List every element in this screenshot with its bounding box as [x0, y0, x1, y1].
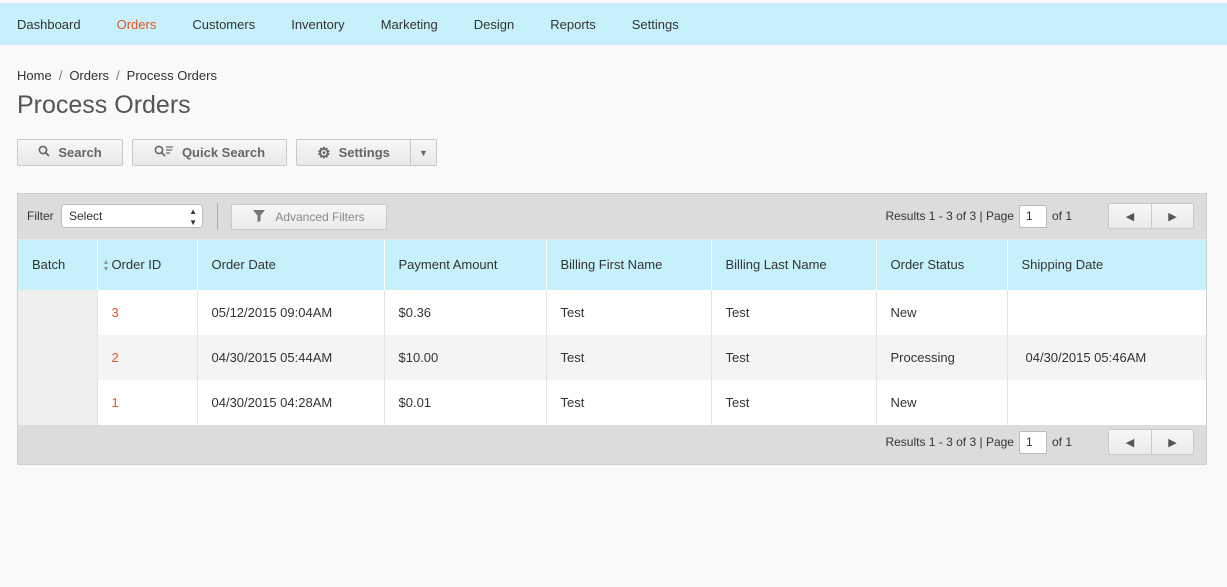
order-id-cell: 3 — [96, 289, 197, 335]
batch-cell — [18, 379, 97, 425]
quick-search-button-label: Quick Search — [181, 145, 266, 160]
column-header-billing-last-name[interactable]: Billing Last Name — [710, 239, 876, 290]
order-status-cell: Processing — [875, 334, 1007, 380]
quick-search-icon — [154, 145, 174, 160]
gear-icon: ⚙ — [317, 144, 331, 162]
pager-bottom: Results 1 - 3 of 3 | Page 1 of 1 ◀ ▶ — [885, 429, 1194, 455]
page-input[interactable]: 1 — [1018, 204, 1047, 228]
results-text: Results 1 - 3 of 3 | — [885, 435, 983, 449]
caret-down-icon: ▼ — [419, 147, 428, 158]
column-header-billing-first-name[interactable]: Billing First Name — [545, 239, 711, 290]
nav-item-design[interactable]: Design — [474, 17, 514, 32]
prev-page-icon[interactable]: ◀ — [1109, 204, 1151, 228]
search-button-label: Search — [58, 145, 102, 160]
column-header-order-status[interactable]: Order Status — [875, 239, 1007, 290]
orders-table: Batch ▲ ▼ Order ID Order Date Payment Amou… — [18, 239, 1206, 425]
filter-select[interactable]: Select ▲ ▼ — [61, 204, 203, 228]
column-header-shipping-date[interactable]: Shipping Date — [1006, 239, 1206, 290]
page-label: Page — [985, 209, 1014, 223]
advanced-filters-button[interactable]: Advanced Filters — [231, 204, 387, 230]
filter-select-value: Select — [69, 209, 103, 223]
billing-first-name-cell: Test — [545, 334, 711, 380]
quick-search-button[interactable]: Quick Search — [132, 139, 287, 166]
nav-item-reports[interactable]: Reports — [550, 17, 596, 32]
column-header-order-id[interactable]: ▲ ▼ Order ID — [96, 239, 197, 290]
select-arrows-icon: ▲ ▼ — [189, 207, 197, 227]
order-date-cell: 04/30/2015 04:28AM — [196, 379, 384, 425]
pager-nav: ◀ ▶ — [1108, 429, 1194, 455]
next-page-icon[interactable]: ▶ — [1151, 430, 1193, 454]
pager-top: Results 1 - 3 of 3 | Page 1 of 1 ◀ ▶ — [885, 203, 1194, 229]
billing-last-name-cell: Test — [710, 334, 876, 380]
sort-icon[interactable]: ▲ ▼ — [103, 259, 110, 273]
breadcrumb-current: Process Orders — [126, 68, 217, 83]
order-id-link[interactable]: 1 — [112, 395, 119, 410]
filter-label: Filter — [27, 209, 54, 223]
page-title: Process Orders — [17, 91, 191, 119]
batch-cell — [18, 289, 97, 335]
payment-amount-cell: $10.00 — [383, 334, 546, 380]
page-input[interactable]: 1 — [1018, 430, 1047, 454]
table-row[interactable]: 1 04/30/2015 04:28AM $0.01 Test Test New — [18, 379, 1206, 425]
order-id-link[interactable]: 2 — [112, 350, 119, 365]
billing-first-name-cell: Test — [545, 379, 711, 425]
billing-first-name-cell: Test — [545, 289, 711, 335]
nav-item-dashboard[interactable]: Dashboard — [17, 17, 81, 32]
advanced-filters-label: Advanced Filters — [275, 210, 365, 224]
shipping-date-cell — [1006, 379, 1206, 425]
batch-cell — [18, 334, 97, 380]
settings-button[interactable]: ⚙ Settings — [296, 139, 410, 166]
nav-item-orders[interactable]: Orders — [117, 17, 157, 32]
shipping-date-cell — [1006, 289, 1206, 335]
payment-amount-cell: $0.01 — [383, 379, 546, 425]
table-header-row: Batch ▲ ▼ Order ID Order Date Payment Amou… — [18, 239, 1206, 290]
order-status-cell: New — [875, 379, 1007, 425]
nav-item-inventory[interactable]: Inventory — [291, 17, 344, 32]
column-header-order-id-label: Order ID — [111, 256, 162, 272]
order-status-cell: New — [875, 289, 1007, 335]
prev-page-icon[interactable]: ◀ — [1109, 430, 1151, 454]
divider — [217, 203, 218, 230]
search-icon — [38, 145, 50, 160]
order-id-link[interactable]: 3 — [112, 305, 119, 320]
nav-item-settings[interactable]: Settings — [632, 17, 679, 32]
settings-button-label: Settings — [338, 145, 390, 160]
breadcrumb: Home / Orders / Process Orders — [17, 68, 217, 83]
column-header-batch[interactable]: Batch — [18, 239, 97, 290]
column-header-payment-amount[interactable]: Payment Amount — [383, 239, 546, 290]
billing-last-name-cell: Test — [710, 379, 876, 425]
table-row[interactable]: 3 05/12/2015 09:04AM $0.36 Test Test New — [18, 289, 1206, 335]
breadcrumb-separator: / — [58, 68, 63, 83]
breadcrumb-orders[interactable]: Orders — [69, 68, 109, 83]
order-id-cell: 2 — [96, 334, 197, 380]
breadcrumb-separator: / — [116, 68, 120, 83]
page-of-text: of 1 — [1051, 209, 1072, 223]
page-label: Page — [985, 435, 1014, 449]
billing-last-name-cell: Test — [710, 289, 876, 335]
top-nav: Dashboard Orders Customers Inventory Mar… — [0, 3, 1227, 45]
column-header-order-date[interactable]: Order Date — [196, 239, 384, 290]
results-text: Results 1 - 3 of 3 | — [885, 209, 983, 223]
nav-item-marketing[interactable]: Marketing — [381, 17, 438, 32]
funnel-icon — [253, 209, 266, 225]
page-of-text: of 1 — [1051, 435, 1072, 449]
orders-grid-panel: Filter Select ▲ ▼ Advanced Filters Result… — [17, 193, 1207, 465]
order-date-cell: 04/30/2015 05:44AM — [196, 334, 384, 380]
payment-amount-cell: $0.36 — [383, 289, 546, 335]
order-date-cell: 05/12/2015 09:04AM — [196, 289, 384, 335]
filter-bar: Filter Select ▲ ▼ Advanced Filters Result… — [18, 194, 1206, 239]
settings-dropdown-button[interactable]: ▼ — [410, 139, 437, 166]
next-page-icon[interactable]: ▶ — [1151, 204, 1193, 228]
order-id-cell: 1 — [96, 379, 197, 425]
nav-item-customers[interactable]: Customers — [192, 17, 255, 32]
table-row[interactable]: 2 04/30/2015 05:44AM $10.00 Test Test Pr… — [18, 334, 1206, 380]
shipping-date-cell: 04/30/2015 05:46AM — [1006, 334, 1206, 380]
breadcrumb-home[interactable]: Home — [17, 68, 52, 83]
pager-nav: ◀ ▶ — [1108, 203, 1194, 229]
search-button[interactable]: Search — [17, 139, 123, 166]
